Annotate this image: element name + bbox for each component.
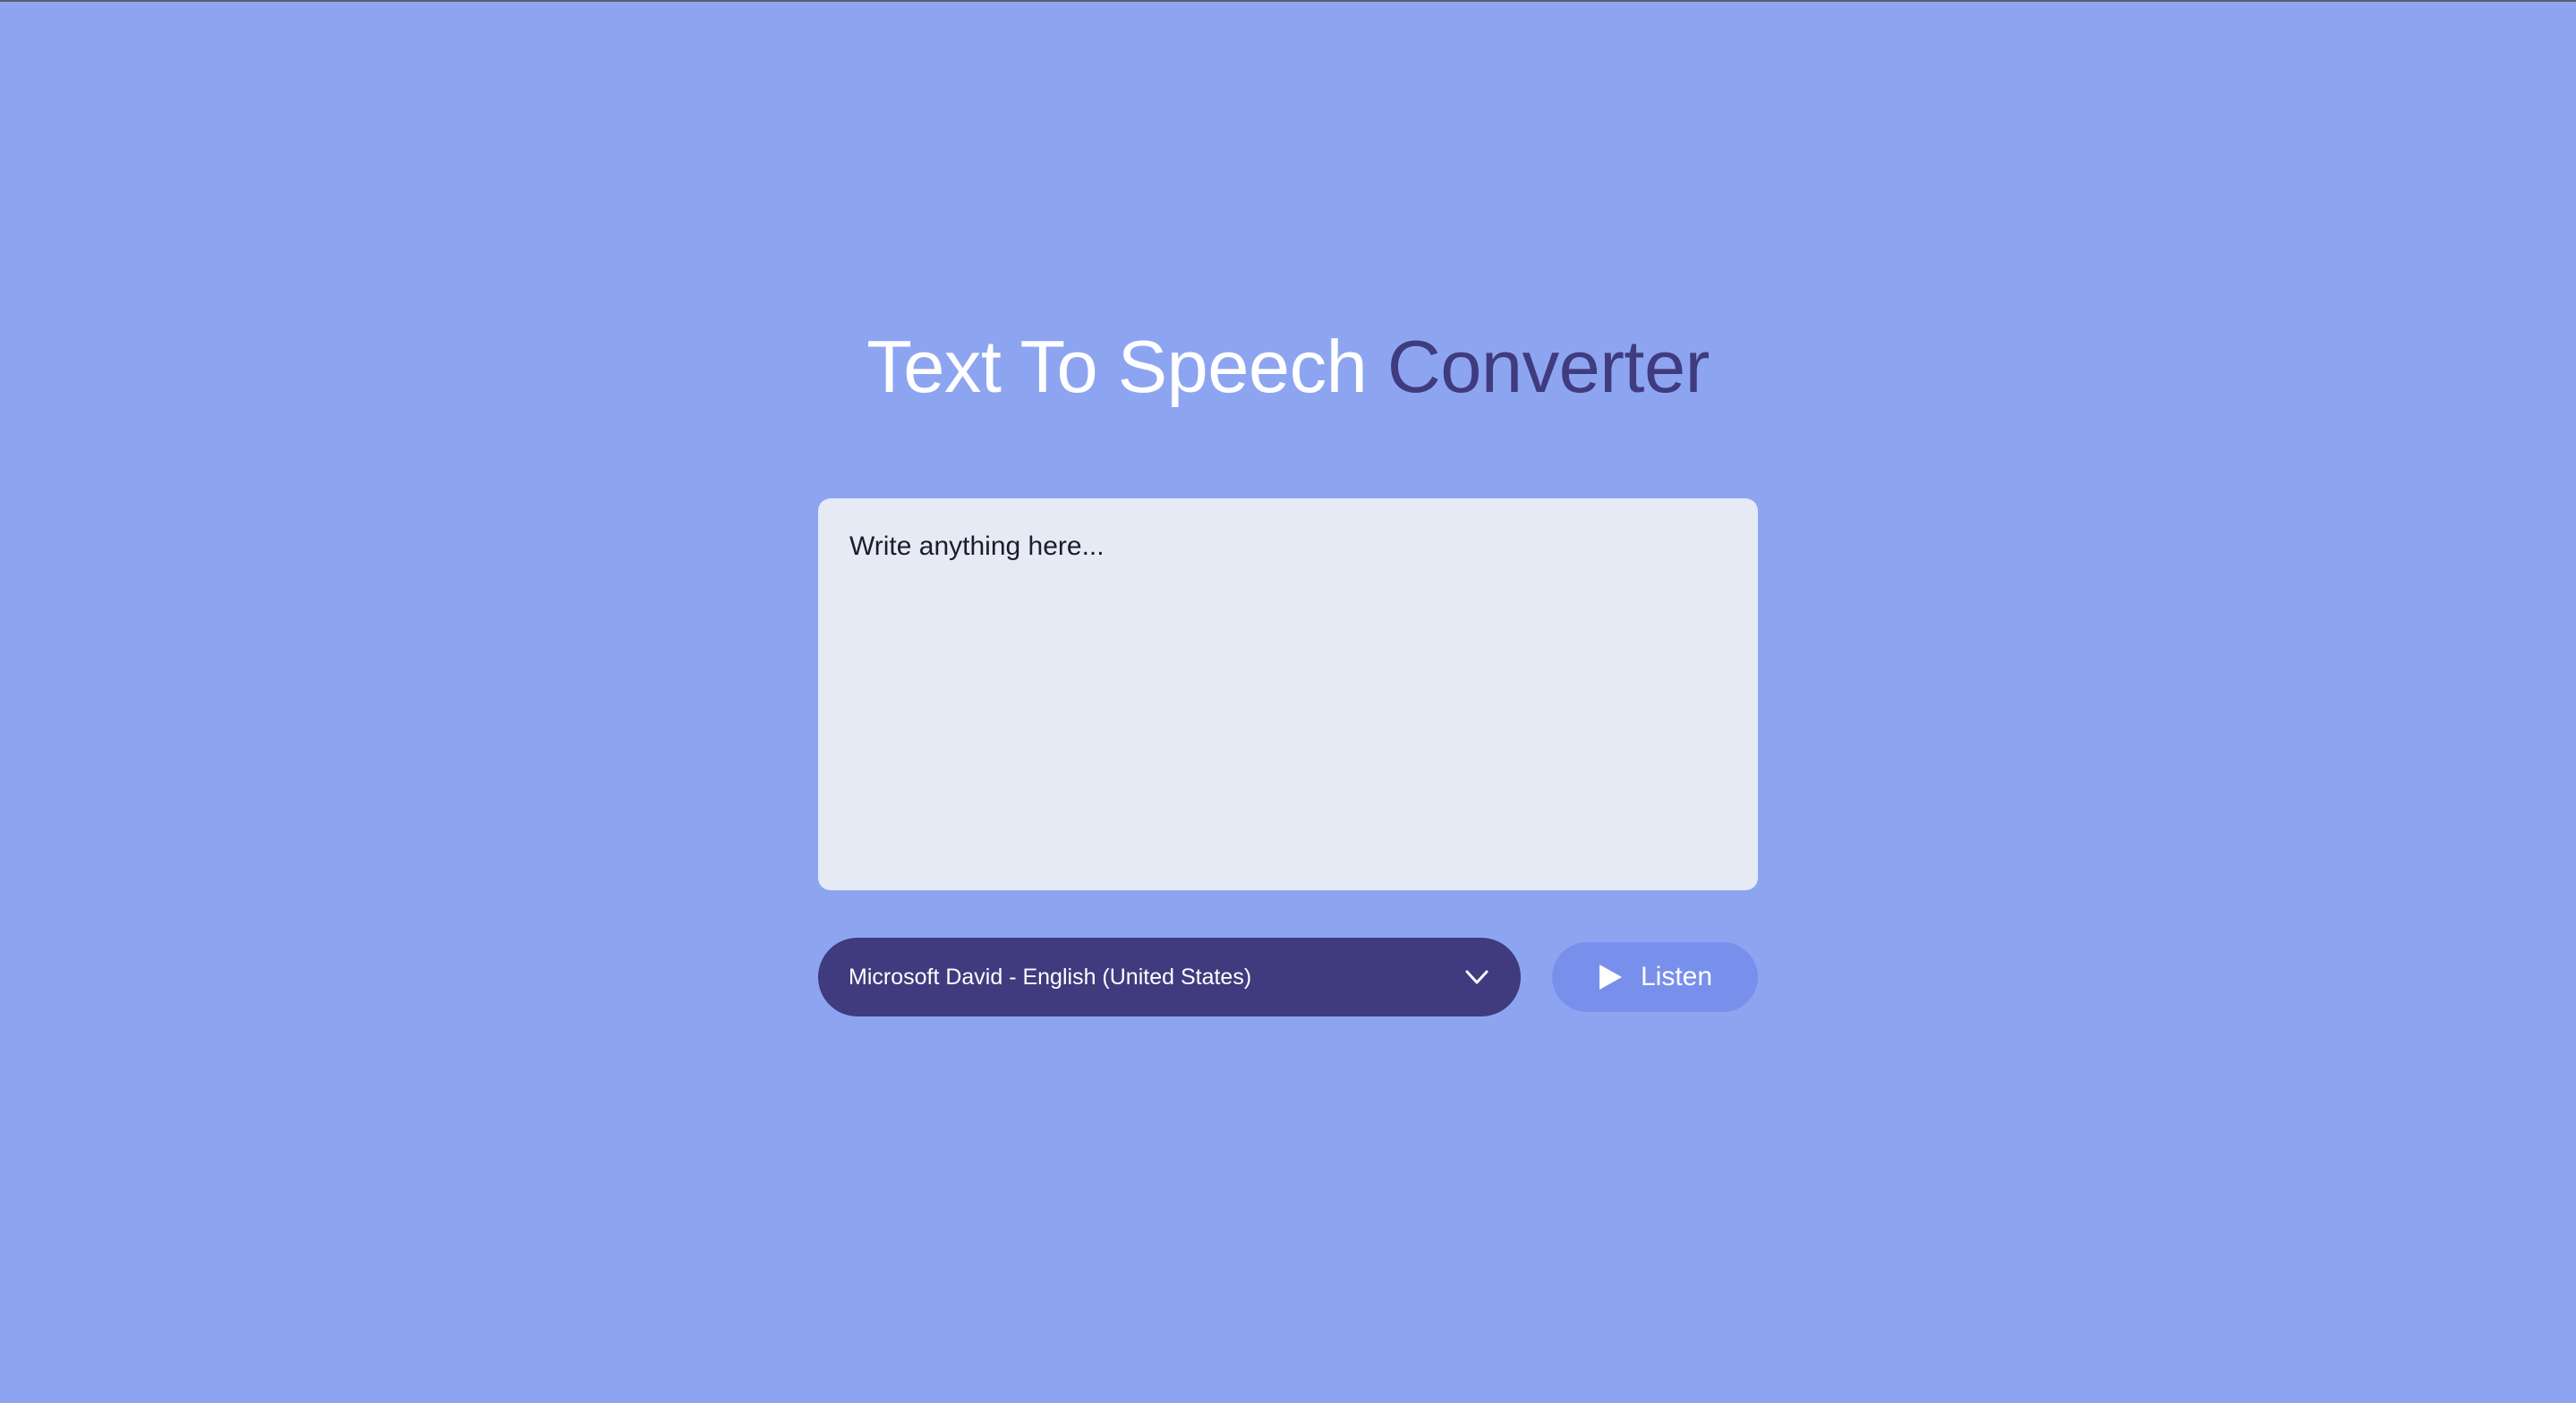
- page-title-accent: Converter: [1386, 325, 1710, 408]
- page-title-main: Text To Speech: [866, 325, 1368, 408]
- chevron-down-icon: [1463, 964, 1490, 991]
- page-title: Text To Speech Converter: [818, 322, 1758, 412]
- voice-select[interactable]: Microsoft David - English (United States…: [818, 938, 1521, 1016]
- header: Text To Speech Converter: [818, 322, 1758, 412]
- play-icon: [1598, 963, 1625, 991]
- voice-select-value: Microsoft David - English (United States…: [849, 964, 1252, 990]
- listen-button-label: Listen: [1640, 962, 1713, 991]
- controls-row: Microsoft David - English (United States…: [818, 938, 1758, 1016]
- text-input-container: [818, 498, 1758, 890]
- listen-button[interactable]: Listen: [1552, 942, 1758, 1012]
- text-input[interactable]: [818, 498, 1758, 890]
